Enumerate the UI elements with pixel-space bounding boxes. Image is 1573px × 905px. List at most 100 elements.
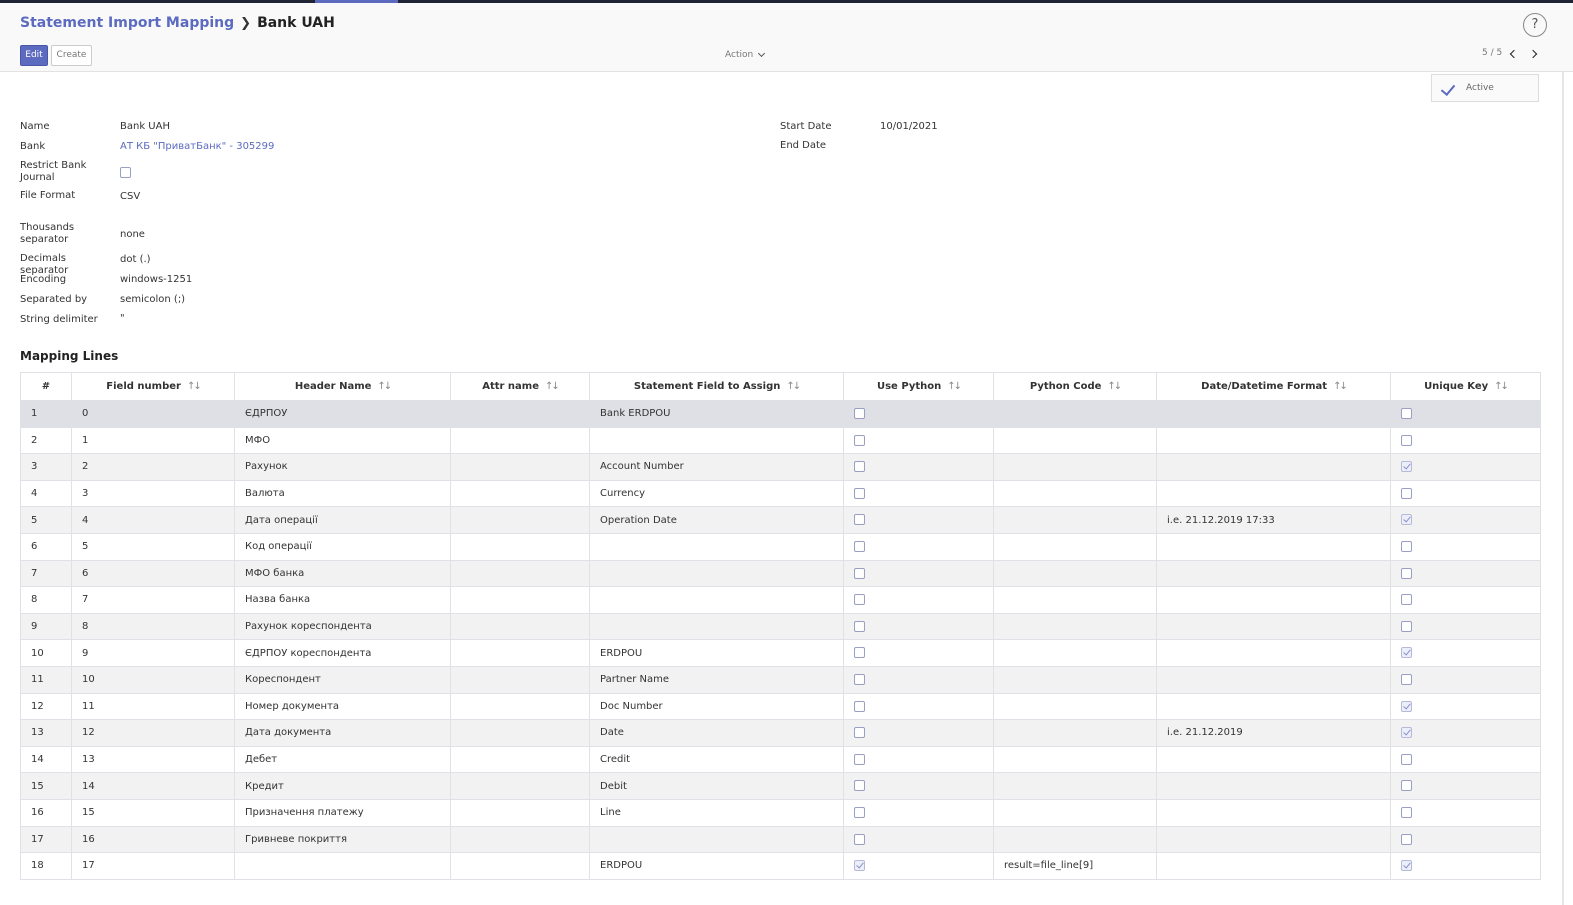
active-toggle-button[interactable]: Active [1431, 74, 1539, 102]
use-python-checkbox[interactable] [854, 594, 865, 606]
sort-icon[interactable]: ↑↓ [1333, 381, 1348, 392]
use-python-cell [843, 506, 994, 534]
unique-key-checkbox[interactable] [1401, 434, 1412, 446]
use-python-checkbox[interactable] [854, 487, 865, 499]
use-python-checkbox[interactable] [854, 860, 865, 872]
table-row[interactable]: 9 8 Рахунок кореспондента [20, 612, 1541, 641]
use-python-checkbox[interactable] [854, 753, 865, 765]
col-date-format-header[interactable]: Date/Datetime Format ↑↓ [1156, 372, 1391, 401]
unique-key-checkbox[interactable] [1401, 780, 1412, 792]
use-python-checkbox[interactable] [854, 833, 865, 845]
sort-icon[interactable]: ↑↓ [786, 381, 801, 392]
unique-key-checkbox[interactable] [1401, 727, 1412, 739]
edit-button[interactable]: Edit [20, 45, 48, 66]
create-button[interactable]: Create [51, 45, 92, 66]
table-row[interactable]: 7 6 МФО банка [20, 559, 1541, 588]
use-python-cell [843, 772, 994, 800]
sort-icon[interactable]: ↑↓ [1107, 381, 1122, 392]
col-attr-name-header[interactable]: Attr name ↑↓ [450, 372, 590, 401]
use-python-checkbox[interactable] [854, 700, 865, 712]
col-unique-key-header[interactable]: Unique Key ↑↓ [1390, 372, 1541, 401]
table-row[interactable]: 3 2 Рахунок Account Number [20, 453, 1541, 481]
use-python-checkbox[interactable] [854, 408, 865, 420]
use-python-checkbox[interactable] [854, 806, 865, 818]
use-python-checkbox[interactable] [854, 434, 865, 446]
statement-field-cell: Date [589, 719, 844, 747]
field-number-cell: 9 [71, 639, 235, 667]
col-statement-field-header[interactable]: Statement Field to Assign ↑↓ [589, 372, 844, 401]
table-row[interactable]: 8 7 Назва банка [20, 586, 1541, 614]
use-python-checkbox[interactable] [854, 567, 865, 579]
unique-key-checkbox[interactable] [1401, 620, 1412, 632]
thousands-separator-value: none [120, 229, 145, 240]
table-row[interactable]: 18 17 ERDPOU result=file_line[9] [20, 852, 1541, 880]
use-python-checkbox[interactable] [854, 514, 865, 526]
use-python-cell [843, 400, 994, 428]
action-dropdown[interactable]: Action [725, 49, 766, 60]
header-name-cell [234, 852, 451, 880]
sort-icon[interactable]: ↑↓ [377, 381, 392, 392]
table-row[interactable]: 10 9 ЄДРПОУ кореспондента ERDPOU [20, 639, 1541, 667]
row-number-cell: 13 [20, 719, 72, 747]
col-use-python-header[interactable]: Use Python ↑↓ [843, 372, 994, 401]
table-row[interactable]: 6 5 Код операції [20, 532, 1541, 561]
use-python-checkbox[interactable] [854, 727, 865, 739]
unique-key-checkbox[interactable] [1401, 647, 1412, 659]
unique-key-checkbox[interactable] [1401, 541, 1412, 553]
pager-counter[interactable]: 5 / 5 [1482, 48, 1502, 58]
table-row[interactable]: 11 10 Кореспондент Partner Name [20, 665, 1541, 694]
unique-key-cell [1390, 692, 1541, 721]
table-row[interactable]: 13 12 Дата документа Date i.e. 21.12.2019 [20, 719, 1541, 747]
unique-key-checkbox[interactable] [1401, 408, 1412, 420]
table-row[interactable]: 12 11 Номер документа Doc Number [20, 692, 1541, 721]
table-row[interactable]: 1 0 ЄДРПОУ Bank ERDPOU [20, 400, 1541, 428]
table-header-row: # Field number ↑↓ Header Name ↑↓ Attr name ↑↓ S… [20, 372, 1541, 401]
table-row[interactable]: 14 13 Дебет Credit [20, 745, 1541, 774]
unique-key-checkbox[interactable] [1401, 461, 1412, 473]
use-python-checkbox[interactable] [854, 620, 865, 632]
bank-link[interactable]: АТ КБ "ПриватБанк" - 305299 [120, 141, 274, 153]
use-python-checkbox[interactable] [854, 541, 865, 553]
header-name-cell: Кредит [234, 772, 451, 800]
date-format-cell [1156, 586, 1391, 614]
pager-previous-icon[interactable] [1509, 49, 1519, 59]
table-row[interactable]: 2 1 МФО [20, 426, 1541, 455]
help-icon[interactable]: ? [1523, 13, 1547, 37]
use-python-checkbox[interactable] [854, 780, 865, 792]
table-row[interactable]: 17 16 Гривневе покриття [20, 825, 1541, 854]
pager-next-icon[interactable] [1528, 49, 1538, 59]
col-header-name-header[interactable]: Header Name ↑↓ [234, 372, 451, 401]
vertical-scrollbar[interactable] [1556, 72, 1573, 905]
col-field-number-header[interactable]: Field number ↑↓ [71, 372, 235, 401]
unique-key-checkbox[interactable] [1401, 833, 1412, 845]
table-row[interactable]: 5 4 Дата операції Operation Date i.e. 21.12.… [20, 506, 1541, 534]
sort-icon[interactable]: ↑↓ [947, 381, 962, 392]
col-python-code-header[interactable]: Python Code ↑↓ [993, 372, 1157, 401]
use-python-checkbox[interactable] [854, 461, 865, 473]
python-code-cell [993, 745, 1157, 774]
unique-key-checkbox[interactable] [1401, 700, 1412, 712]
sort-icon[interactable]: ↑↓ [545, 381, 560, 392]
breadcrumb-parent-link[interactable]: Statement Import Mapping [20, 15, 234, 31]
table-row[interactable]: 16 15 Призначення платежу Line [20, 798, 1541, 827]
unique-key-checkbox[interactable] [1401, 594, 1412, 606]
unique-key-checkbox[interactable] [1401, 860, 1412, 872]
unique-key-checkbox[interactable] [1401, 567, 1412, 579]
restrict-bank-journal-checkbox[interactable] [120, 167, 131, 178]
col-number-header[interactable]: # [20, 372, 72, 401]
sort-icon[interactable]: ↑↓ [187, 381, 202, 392]
unique-key-checkbox[interactable] [1401, 514, 1412, 526]
use-python-checkbox[interactable] [854, 647, 865, 659]
sort-icon[interactable]: ↑↓ [1494, 381, 1509, 392]
unique-key-checkbox[interactable] [1401, 753, 1412, 765]
table-row[interactable]: 15 14 Кредит Debit [20, 772, 1541, 800]
unique-key-checkbox[interactable] [1401, 487, 1412, 499]
table-row[interactable]: 4 3 Валюта Currency [20, 479, 1541, 508]
use-python-cell [843, 692, 994, 721]
row-number-cell: 15 [20, 772, 72, 800]
unique-key-checkbox[interactable] [1401, 806, 1412, 818]
control-panel: Statement Import Mapping ❯ Bank UAH ? Edit… [0, 3, 1573, 72]
chevron-down-icon [758, 49, 766, 58]
use-python-checkbox[interactable] [854, 673, 865, 685]
unique-key-checkbox[interactable] [1401, 673, 1412, 685]
